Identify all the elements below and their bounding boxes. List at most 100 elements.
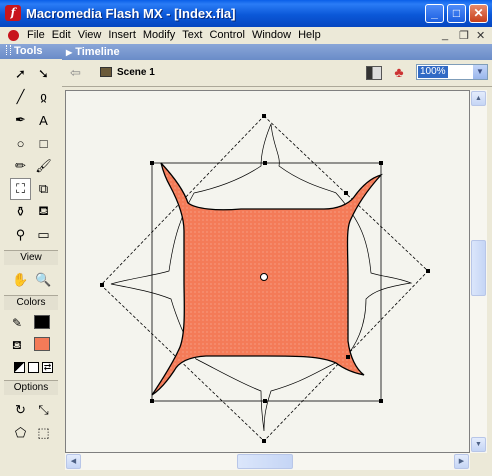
maximize-button[interactable]: □	[447, 4, 466, 23]
line-icon: ╱	[16, 89, 25, 104]
swap-colors-button[interactable]: ⇄	[42, 362, 53, 373]
rectangle-tool[interactable]: □	[33, 132, 54, 154]
paint-bucket-icon: ⛾	[38, 203, 49, 218]
paint-bucket-tool[interactable]: ⛾	[33, 201, 54, 223]
menu-view[interactable]: View	[78, 29, 109, 41]
oval-icon: ○	[16, 135, 25, 151]
view-tool-grid: ✋ 🔍	[0, 265, 62, 293]
handle-br[interactable]	[379, 399, 383, 403]
hand-tool[interactable]: ✋	[10, 269, 31, 291]
menu-insert[interactable]: Insert	[108, 29, 143, 41]
default-colors-button[interactable]	[14, 362, 25, 373]
menu-modify[interactable]: Modify	[143, 29, 182, 41]
zoom-select[interactable]: 100% ▼	[416, 64, 488, 80]
timeline-header[interactable]: ▶ Timeline	[62, 44, 492, 60]
scale-option-icon[interactable]: ⤡	[33, 399, 54, 421]
envelope-option-icon[interactable]: ⬚	[33, 422, 54, 444]
text-tool[interactable]: A	[33, 109, 54, 131]
pencil-tool[interactable]: ✏	[10, 155, 31, 177]
fill-color-swatch[interactable]	[34, 337, 50, 351]
subselect-icon: ➘	[38, 66, 49, 81]
handle-bc[interactable]	[263, 399, 267, 403]
eraser-icon: ▭	[37, 227, 50, 242]
eraser-tool[interactable]: ▭	[33, 224, 54, 246]
handle-tr[interactable]	[379, 161, 383, 165]
handle-diamond-top[interactable]	[262, 114, 266, 118]
eyedropper-tool[interactable]: ⚲	[10, 224, 31, 246]
timeline-label: Timeline	[75, 46, 120, 58]
close-button[interactable]: ✕	[469, 4, 488, 23]
tools-panel: Tools ➚ ➘ ╱ ჲ ✒ A ○ □ ✏ 🖌 ⛶ ⧉ ⚱ ⛾ ⚲ ▭ View ✋ 🔍 Colors ✎ …	[0, 44, 62, 476]
handle-tl[interactable]	[150, 161, 154, 165]
minimize-button[interactable]: _	[425, 4, 444, 23]
menu-edit[interactable]: Edit	[52, 29, 78, 41]
handle-diamond-left[interactable]	[100, 283, 104, 287]
text-icon: A	[39, 112, 48, 128]
title-bar: f Macromedia Flash MX - [Index.fla] _ □ …	[0, 0, 492, 27]
scroll-down-button[interactable]: ▼	[471, 437, 486, 452]
back-arrow-icon[interactable]: ⇦	[70, 65, 81, 81]
arrow-icon: ➚	[15, 66, 26, 81]
fill-bucket-icon: ⛾	[12, 338, 22, 352]
oval-tool[interactable]: ○	[10, 132, 31, 154]
ink-bottle-tool[interactable]: ⚱	[10, 201, 31, 223]
pencil-icon: ✏	[15, 158, 26, 173]
fill-transform-tool[interactable]: ⧉	[33, 178, 54, 200]
vertical-scrollbar[interactable]: ▲ ▼	[470, 90, 487, 453]
hand-icon: ✋	[12, 272, 29, 287]
horizontal-scrollbar[interactable]: ◀ ▶	[65, 453, 470, 470]
line-tool[interactable]: ╱	[10, 86, 31, 108]
view-section-label: View	[4, 250, 58, 265]
no-color-button[interactable]	[28, 362, 39, 373]
lasso-tool[interactable]: ჲ	[33, 86, 54, 108]
handle-mr-lower[interactable]	[346, 355, 350, 359]
zoom-tool[interactable]: 🔍	[33, 269, 54, 291]
menu-file[interactable]: File	[27, 29, 52, 41]
doc-close-button[interactable]: ✕	[476, 29, 485, 42]
grip-icon	[6, 45, 11, 55]
handle-diamond-bottom[interactable]	[262, 439, 266, 443]
transform-center-point[interactable]	[260, 273, 268, 281]
expand-arrow-icon: ▶	[66, 48, 73, 57]
handle-tc[interactable]	[263, 161, 267, 165]
tools-panel-header[interactable]: Tools	[0, 44, 62, 59]
edit-scene-icon[interactable]	[366, 66, 382, 80]
window-title: Macromedia Flash MX - [Index.fla]	[26, 6, 236, 21]
edit-bar: ⇦ Scene 1 ♣ 100% ▼	[62, 60, 492, 87]
handle-mr-upper[interactable]	[344, 191, 348, 195]
menu-window[interactable]: Window	[252, 29, 298, 41]
scroll-left-button[interactable]: ◀	[66, 454, 81, 469]
free-transform-tool[interactable]: ⛶	[10, 178, 31, 200]
chevron-down-icon[interactable]: ▼	[473, 65, 487, 79]
vertical-scroll-thumb[interactable]	[471, 240, 486, 296]
menu-help[interactable]: Help	[298, 29, 328, 41]
stage-area: ▲ ▼ ◀ ▶	[62, 87, 492, 476]
arrow-tool[interactable]: ➚	[10, 63, 31, 85]
handle-bl[interactable]	[150, 399, 154, 403]
scroll-corner	[470, 453, 487, 470]
scene-icon	[100, 67, 112, 77]
zoom-icon: 🔍	[35, 272, 52, 287]
pen-icon: ✒	[15, 112, 26, 127]
doc-restore-button[interactable]: ❐	[459, 29, 469, 42]
lasso-icon: ჲ	[40, 89, 47, 104]
scroll-right-button[interactable]: ▶	[454, 454, 469, 469]
rotate-option-icon[interactable]: ↻	[10, 399, 31, 421]
edit-symbols-icon[interactable]: ♣	[390, 64, 408, 80]
stroke-color-swatch[interactable]	[34, 315, 50, 329]
horizontal-scroll-thumb[interactable]	[237, 454, 293, 469]
scroll-up-button[interactable]: ▲	[471, 91, 486, 106]
document-icon[interactable]	[8, 30, 19, 41]
distort-option-icon[interactable]: ⬠	[10, 422, 31, 444]
handle-diamond-right[interactable]	[426, 269, 430, 273]
stage-drawing	[100, 114, 430, 443]
pen-tool[interactable]: ✒	[10, 109, 31, 131]
subselect-tool[interactable]: ➘	[33, 63, 54, 85]
doc-minimize-button[interactable]: _	[442, 29, 448, 41]
options-grid: ↻ ⤡ ⬠ ⬚	[0, 395, 62, 446]
minimize-icon: _	[431, 6, 438, 20]
menu-control[interactable]: Control	[209, 29, 251, 41]
stage-canvas[interactable]	[65, 90, 470, 453]
menu-text[interactable]: Text	[182, 29, 209, 41]
brush-tool[interactable]: 🖌	[33, 155, 54, 177]
